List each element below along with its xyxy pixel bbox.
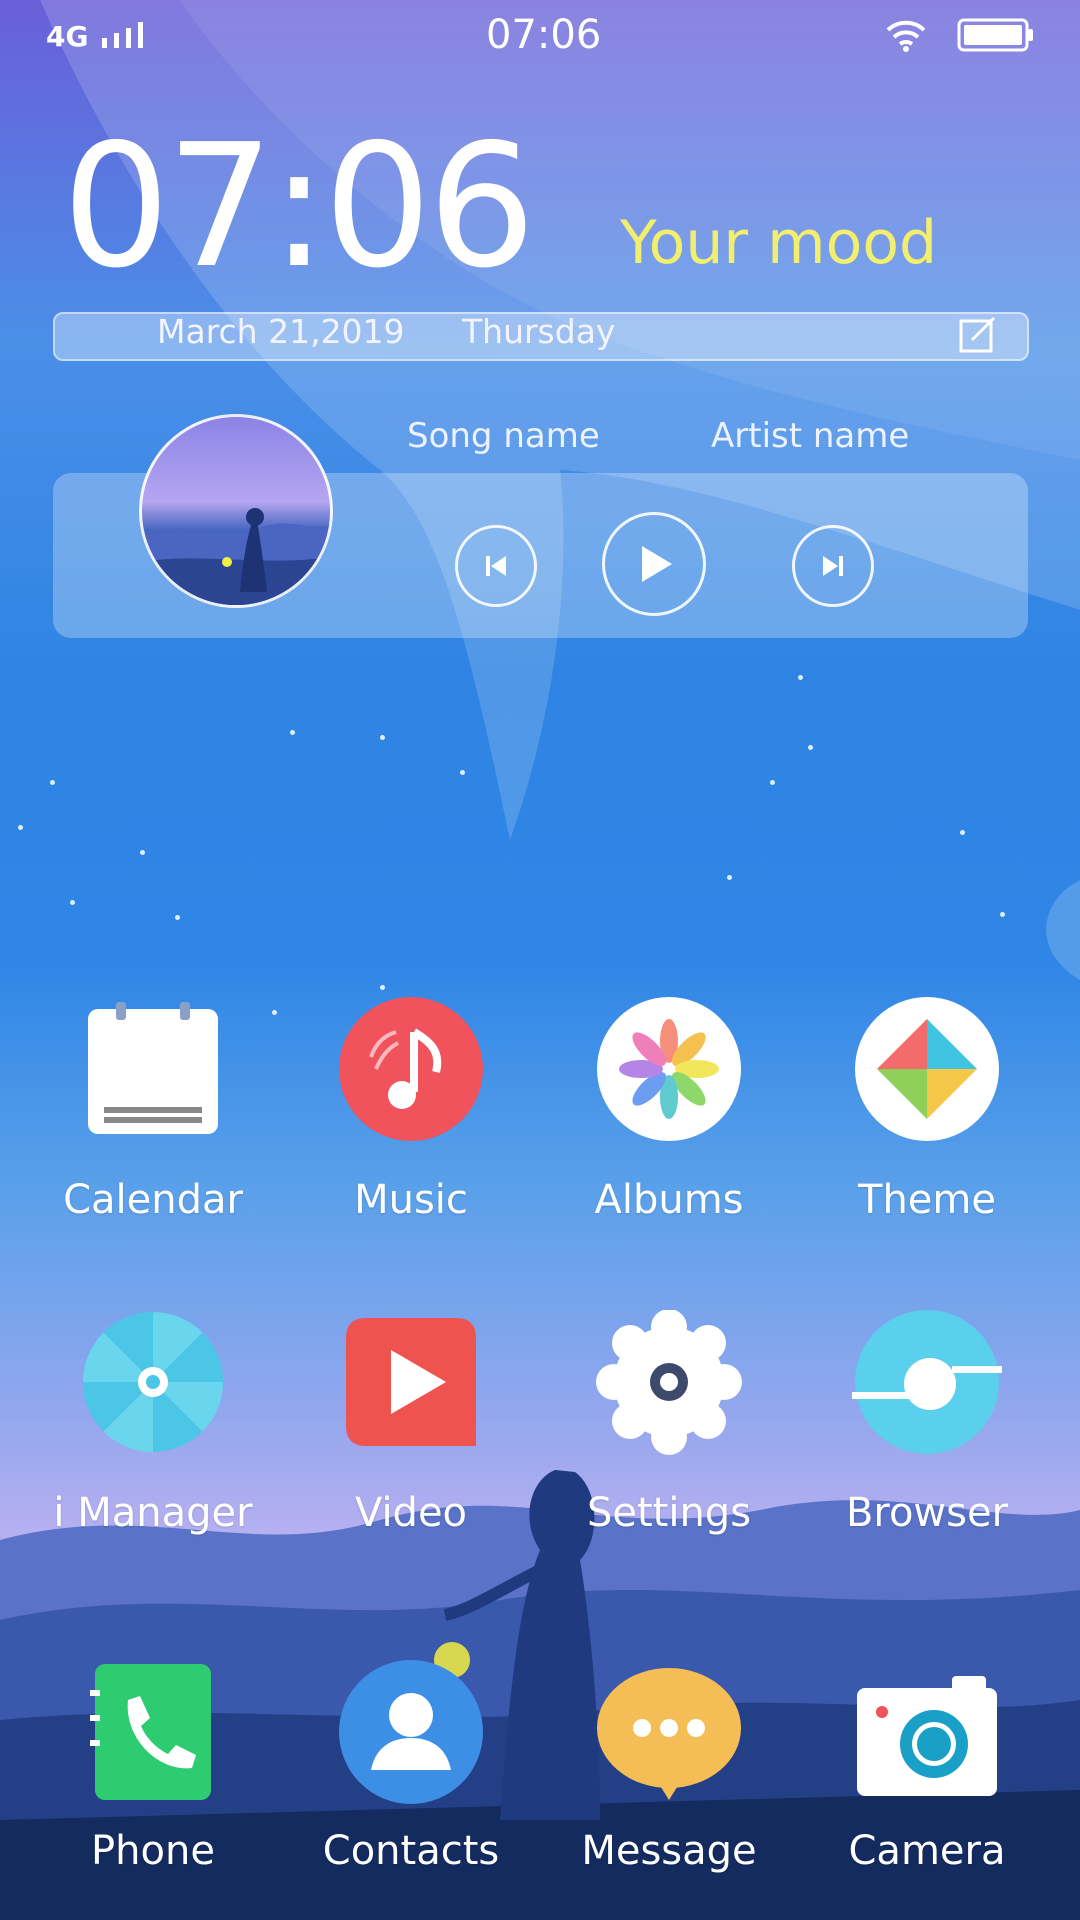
theme-icon <box>852 997 1002 1147</box>
clock-widget-time[interactable]: 07:06 <box>62 122 536 292</box>
dock-app-message[interactable]: Message <box>559 1660 779 1874</box>
app-i-manager[interactable]: i Manager <box>43 1310 263 1536</box>
app-browser[interactable]: Browser <box>817 1310 1037 1536</box>
app-label: Albums <box>594 1177 744 1223</box>
app-albums[interactable]: Albums <box>559 997 779 1223</box>
wifi-icon <box>886 20 926 52</box>
browser-icon <box>852 1310 1002 1460</box>
app-settings[interactable]: Settings <box>559 1309 779 1536</box>
status-time: 07:06 <box>486 12 602 58</box>
music-note-icon <box>336 997 486 1147</box>
status-bar: 4G 07:06 <box>0 0 1080 70</box>
contact-icon <box>336 1660 486 1810</box>
app-theme[interactable]: Theme <box>817 997 1037 1223</box>
gear-icon <box>594 1309 744 1460</box>
network-indicator: 4G <box>46 20 148 53</box>
app-label: i Manager <box>53 1490 253 1536</box>
phone-icon <box>78 1660 228 1810</box>
next-button[interactable] <box>792 525 874 607</box>
calendar-icon <box>78 997 228 1147</box>
weekday-label: Thursday <box>462 312 616 351</box>
previous-button[interactable] <box>455 525 537 607</box>
app-label: Message <box>581 1828 757 1874</box>
home-screen: 4G 07:06 07:06 Your mood March 21,2019 T… <box>0 0 1080 1920</box>
app-label: Camera <box>848 1828 1006 1874</box>
umbrella-icon <box>78 1310 228 1460</box>
pinwheel-icon <box>594 997 744 1147</box>
battery-icon <box>957 18 1033 52</box>
app-label: Browser <box>845 1490 1009 1536</box>
app-label: Theme <box>858 1177 996 1223</box>
app-label: Calendar <box>63 1177 243 1223</box>
app-video[interactable]: Video <box>301 1310 521 1536</box>
album-art-illustration <box>142 508 330 605</box>
skip-next-icon <box>823 556 843 576</box>
app-label: Contacts <box>322 1828 500 1874</box>
camera-icon <box>852 1660 1002 1810</box>
app-music[interactable]: Music <box>301 997 521 1223</box>
dock-app-contacts[interactable]: Contacts <box>301 1660 521 1874</box>
edit-icon[interactable] <box>958 314 1000 356</box>
dock-app-phone[interactable]: Phone <box>43 1660 263 1874</box>
dock-app-camera[interactable]: Camera <box>817 1660 1037 1874</box>
video-play-icon <box>336 1310 486 1460</box>
mood-text[interactable]: Your mood <box>620 208 937 278</box>
message-icon <box>594 1660 744 1810</box>
app-label: Video <box>354 1490 468 1536</box>
app-calendar[interactable]: Calendar <box>43 997 263 1223</box>
date-label: March 21,2019 <box>157 312 405 351</box>
skip-previous-icon <box>486 556 506 576</box>
app-label: Settings <box>586 1490 752 1536</box>
play-icon <box>642 546 672 582</box>
app-label: Music <box>354 1177 468 1223</box>
play-button[interactable] <box>602 512 706 616</box>
network-type: 4G <box>46 20 89 53</box>
app-label: Phone <box>91 1828 215 1874</box>
album-cover[interactable] <box>139 414 333 608</box>
song-name: Song name <box>407 416 600 456</box>
signal-icon <box>102 22 144 48</box>
artist-name: Artist name <box>711 416 910 456</box>
